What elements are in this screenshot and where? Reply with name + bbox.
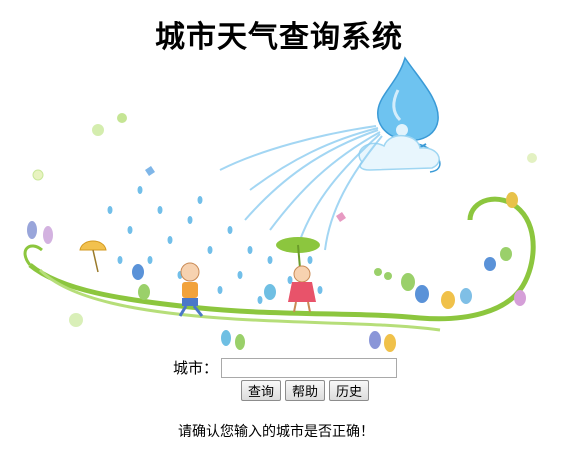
city-input-row: 城市： (0, 357, 570, 378)
city-query-form: 城市： 查询 帮助 历史 (0, 357, 570, 401)
history-button[interactable]: 历史 (329, 380, 370, 401)
umbrella-icon (79, 240, 107, 273)
child-girl-icon (276, 237, 320, 313)
weather-query-page: 城市天气查询系统 城市： 查询 帮助 历史 请确认您输入的城市是否正确！ (0, 0, 570, 450)
city-label: 城市： (172, 359, 218, 377)
water-spray (219, 125, 383, 251)
button-row: 查询 帮助 历史 (40, 380, 570, 401)
status-message: 请确认您输入的城市是否正确！ (178, 424, 374, 440)
rain-cloud-kids-illustration-icon (23, 56, 537, 352)
city-input[interactable] (221, 357, 397, 378)
query-button[interactable]: 查询 (240, 380, 281, 401)
help-button[interactable]: 帮助 (284, 380, 325, 401)
